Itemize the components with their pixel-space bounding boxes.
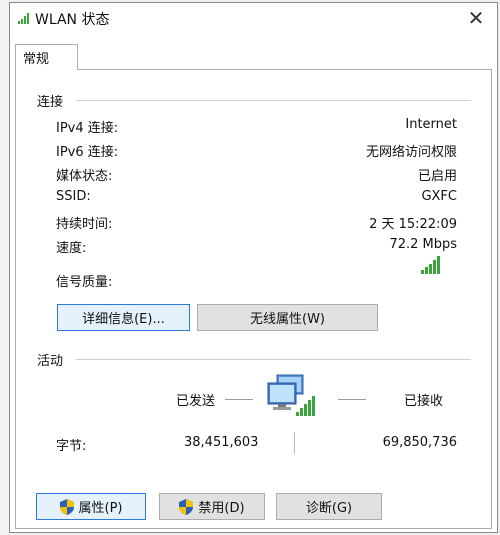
- activity-divider: [76, 359, 471, 360]
- ssid-value: GXFC: [421, 189, 457, 204]
- received-line: [338, 399, 366, 400]
- sent-label: 已发送: [176, 394, 216, 409]
- speed-value: 72.2 Mbps: [389, 237, 457, 252]
- uac-shield-icon: [179, 498, 194, 515]
- activity-section-title: 活动: [37, 354, 64, 369]
- media-state-label: 媒体状态:: [56, 169, 113, 184]
- ssid-label: SSID:: [56, 189, 91, 204]
- window-title: WLAN 状态: [35, 12, 110, 28]
- wifi-signal-icon: [18, 13, 29, 24]
- wireless-properties-button[interactable]: 无线属性(W): [197, 304, 378, 331]
- bytes-label: 字节:: [56, 439, 87, 454]
- bytes-separator: [294, 432, 295, 454]
- details-button[interactable]: 详细信息(E)...: [57, 304, 190, 331]
- title-bar[interactable]: WLAN 状态 ✕: [10, 3, 497, 33]
- received-label: 已接收: [404, 394, 444, 409]
- duration-label: 持续时间:: [56, 217, 113, 232]
- signal-strength-icon: [421, 256, 440, 274]
- wlan-status-dialog: WLAN 状态 ✕ 常规 连接 IPv4 连接: Internet IPv6 连…: [9, 2, 498, 533]
- connection-divider: [76, 100, 471, 101]
- tab-general[interactable]: 常规: [15, 44, 78, 70]
- bytes-sent-value: 38,451,603: [184, 435, 259, 450]
- signal-quality-label: 信号质量:: [56, 275, 113, 290]
- speed-label: 速度:: [56, 241, 87, 256]
- sent-line: [225, 399, 253, 400]
- connection-section-title: 连接: [37, 95, 64, 110]
- bytes-received-value: 69,850,736: [382, 435, 457, 450]
- disable-button[interactable]: 禁用(D): [159, 493, 265, 520]
- uac-shield-icon: [59, 498, 74, 515]
- ipv6-label: IPv6 连接:: [56, 145, 119, 160]
- ipv4-value: Internet: [405, 117, 457, 132]
- properties-button-label: 属性(P): [78, 501, 123, 516]
- media-state-value: 已启用: [417, 169, 457, 184]
- ipv6-value: 无网络访问权限: [365, 145, 457, 160]
- disable-button-label: 禁用(D): [198, 501, 245, 516]
- diagnose-button[interactable]: 诊断(G): [276, 493, 382, 520]
- duration-value: 2 天 15:22:09: [369, 217, 457, 232]
- close-icon[interactable]: ✕: [465, 7, 487, 29]
- network-computers-icon: [267, 374, 315, 416]
- properties-button[interactable]: 属性(P): [36, 493, 146, 520]
- general-panel: 连接 IPv4 连接: Internet IPv6 连接: 无网络访问权限 媒体…: [15, 69, 492, 529]
- ipv4-label: IPv4 连接:: [56, 121, 119, 136]
